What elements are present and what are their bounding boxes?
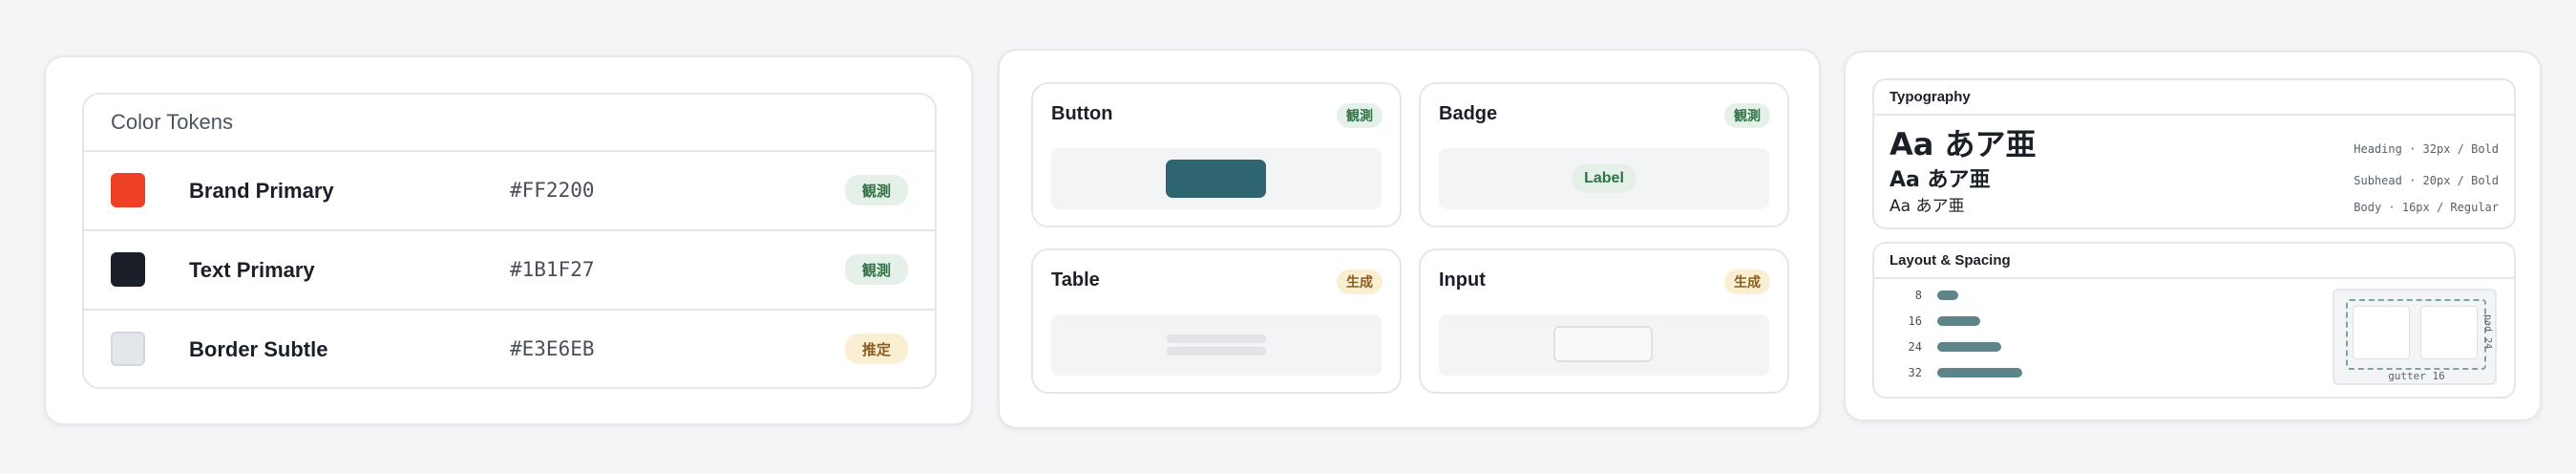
type-sample-body: Aa あア亜 (1890, 197, 1965, 216)
demo-button[interactable] (1166, 160, 1266, 198)
type-meta-subhead: Subhead · 20px / Bold (2354, 174, 2499, 187)
grid-cell (2420, 306, 2478, 359)
component-preview (1439, 314, 1769, 376)
status-badge: 生成 (1337, 269, 1383, 294)
layout-spacing-title: Layout & Spacing (1874, 244, 2514, 279)
component-title: Input (1439, 269, 1486, 291)
component-preview (1051, 314, 1382, 376)
token-row-text-primary[interactable]: Text Primary #1B1F27 観測 (84, 231, 935, 311)
spacing-bar (1937, 316, 1980, 326)
spacing-bar (1937, 342, 2001, 352)
demo-badge: Label (1572, 164, 1636, 193)
grid-pad-label: pad 24 (2482, 314, 2493, 350)
component-card-input[interactable]: Input 生成 (1419, 248, 1789, 394)
token-hex: #E3E6EB (510, 337, 595, 360)
typography-card: Typography Aa あア亜 Heading · 32px / Bold … (1872, 78, 2516, 229)
status-badge: 観測 (1337, 103, 1383, 128)
spacing-scale: 8 16 24 32 pad 24 gutter 16 (1874, 279, 2514, 397)
grid-frame (2346, 299, 2486, 370)
status-badge: 観測 (1724, 103, 1770, 128)
component-card-badge[interactable]: Badge 観測 Label (1419, 82, 1789, 227)
component-preview: Label (1439, 148, 1769, 209)
token-name: Brand Primary (189, 179, 334, 203)
grid-cell (2353, 306, 2410, 359)
type-meta-body: Body · 16px / Regular (2354, 201, 2499, 214)
component-title: Button (1051, 103, 1113, 124)
token-row-border-subtle[interactable]: Border Subtle #E3E6EB 推定 (84, 311, 935, 387)
status-badge: 観測 (845, 254, 908, 285)
type-sample-subhead: Aa あア亜 (1890, 168, 1991, 192)
component-title: Badge (1439, 103, 1498, 124)
color-tokens-title: Color Tokens (84, 95, 935, 152)
color-tokens-panel: Color Tokens Brand Primary #FF2200 観測 Te… (44, 55, 973, 425)
spacing-bar (1937, 291, 1958, 300)
grid-gutter-label: gutter 16 (2388, 370, 2445, 382)
component-card-button[interactable]: Button 観測 (1031, 82, 1402, 227)
color-swatch (111, 332, 145, 366)
typography-title: Typography (1874, 80, 2514, 116)
spacing-label: 8 (1914, 289, 1922, 302)
typography-layout-panel: Typography Aa あア亜 Heading · 32px / Bold … (1844, 51, 2542, 421)
type-sample-heading: Aa あア亜 (1890, 126, 2037, 162)
status-badge: 観測 (845, 175, 908, 205)
status-badge: 生成 (1724, 269, 1770, 294)
component-title: Table (1051, 269, 1100, 291)
demo-input[interactable] (1553, 326, 1653, 362)
demo-table-line (1167, 334, 1266, 343)
token-name: Border Subtle (189, 337, 328, 361)
spacing-label: 32 (1908, 366, 1922, 379)
status-badge: 推定 (845, 334, 908, 364)
spacing-bar (1937, 368, 2022, 377)
color-tokens-card: Color Tokens Brand Primary #FF2200 観測 Te… (82, 93, 937, 389)
component-card-table[interactable]: Table 生成 (1031, 248, 1402, 394)
token-hex: #1B1F27 (510, 258, 595, 281)
layout-spacing-card: Layout & Spacing 8 16 24 32 pad 24 gutte… (1872, 242, 2516, 399)
components-panel: Button 観測 Badge 観測 Label Table 生成 Input … (998, 49, 1821, 429)
type-meta-heading: Heading · 32px / Bold (2354, 142, 2499, 156)
spacing-label: 24 (1908, 340, 1922, 354)
grid-demo: pad 24 gutter 16 (2333, 289, 2497, 385)
demo-table-line (1167, 347, 1266, 356)
component-preview (1051, 148, 1382, 209)
color-swatch (111, 173, 145, 207)
token-name: Text Primary (189, 258, 315, 282)
token-hex: #FF2200 (510, 179, 595, 202)
token-row-brand-primary[interactable]: Brand Primary #FF2200 観測 (84, 152, 935, 231)
spacing-label: 16 (1908, 314, 1922, 328)
color-swatch (111, 252, 145, 287)
